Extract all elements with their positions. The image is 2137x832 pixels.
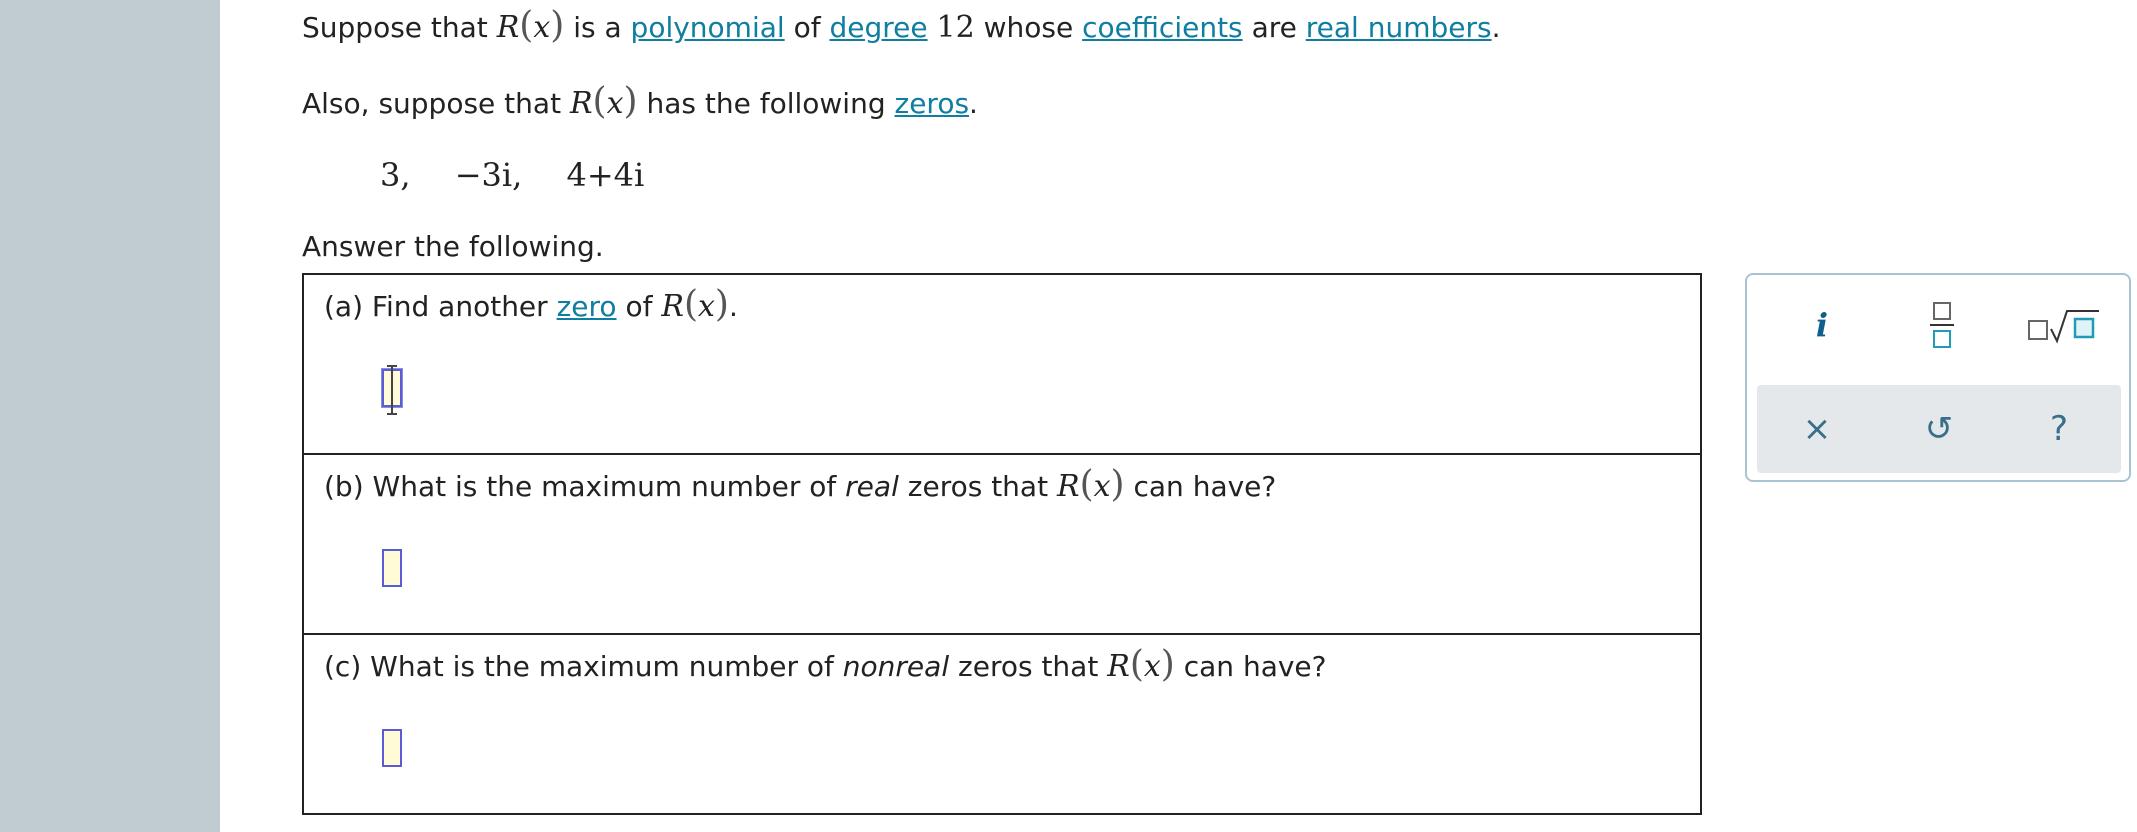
- link-polynomial[interactable]: polynomial: [631, 11, 785, 44]
- link-zero[interactable]: zero: [557, 290, 617, 323]
- answer-input-a[interactable]: [382, 365, 402, 415]
- function-expression: R(x): [661, 284, 729, 325]
- close-x-icon: ×: [1802, 409, 1832, 449]
- question-b-cell: (b) What is the maximum number of real z…: [304, 455, 1700, 635]
- question-c-text: (c) What is the maximum number of nonrea…: [324, 644, 1327, 685]
- question-b-text: (b) What is the maximum number of real z…: [324, 464, 1277, 505]
- question-c-cell: (c) What is the maximum number of nonrea…: [304, 635, 1700, 813]
- palette-actions-row: × ↺ ?: [1757, 385, 2121, 473]
- link-coefficients[interactable]: coefficients: [1082, 11, 1243, 44]
- clear-button[interactable]: ×: [1777, 395, 1857, 463]
- function-expression: R(x): [1107, 644, 1175, 685]
- questions-table: (a) Find another zero of R(x). (b) What …: [302, 273, 1702, 815]
- math-palette: i × ↺ ?: [1745, 273, 2131, 482]
- function-expression: R(x): [569, 81, 638, 122]
- given-zeros: 3, −3i, 4+4i: [380, 156, 678, 194]
- text-cursor: [387, 365, 397, 415]
- intro-line-2: Also, suppose that R(x) has the followin…: [302, 81, 978, 122]
- mixed-radical-button[interactable]: [2009, 295, 2119, 355]
- link-degree[interactable]: degree: [829, 11, 927, 44]
- question-a-text: (a) Find another zero of R(x).: [324, 284, 738, 325]
- intro-line-1: Suppose that R(x) is a polynomial of deg…: [302, 5, 1501, 46]
- left-sidebar: [0, 0, 220, 832]
- function-expression: R(x): [496, 5, 565, 46]
- fraction-button[interactable]: [1907, 295, 1977, 355]
- degree-value: 12: [936, 10, 975, 45]
- mixed-radical-icon: [2028, 310, 2099, 344]
- imaginary-i-icon: i: [1815, 306, 1829, 344]
- answer-input-b[interactable]: [382, 549, 402, 587]
- answer-input-c[interactable]: [382, 729, 402, 767]
- link-real-numbers[interactable]: real numbers: [1306, 11, 1492, 44]
- zero-item: 4+4i: [566, 156, 645, 194]
- fraction-icon: [1930, 302, 1954, 348]
- question-a-cell: (a) Find another zero of R(x).: [304, 275, 1700, 455]
- undo-icon: ↺: [1924, 409, 1954, 449]
- zero-item: 3,: [380, 156, 411, 194]
- zero-item: −3i,: [454, 156, 523, 194]
- help-question-icon: ?: [2049, 409, 2069, 449]
- palette-tools-row: i: [1747, 275, 2129, 375]
- help-button[interactable]: ?: [2019, 395, 2099, 463]
- undo-button[interactable]: ↺: [1899, 395, 1979, 463]
- link-zeros[interactable]: zeros: [895, 87, 970, 120]
- imaginary-unit-button[interactable]: i: [1787, 295, 1857, 355]
- answer-prompt: Answer the following.: [302, 230, 604, 263]
- function-expression: R(x): [1056, 464, 1125, 505]
